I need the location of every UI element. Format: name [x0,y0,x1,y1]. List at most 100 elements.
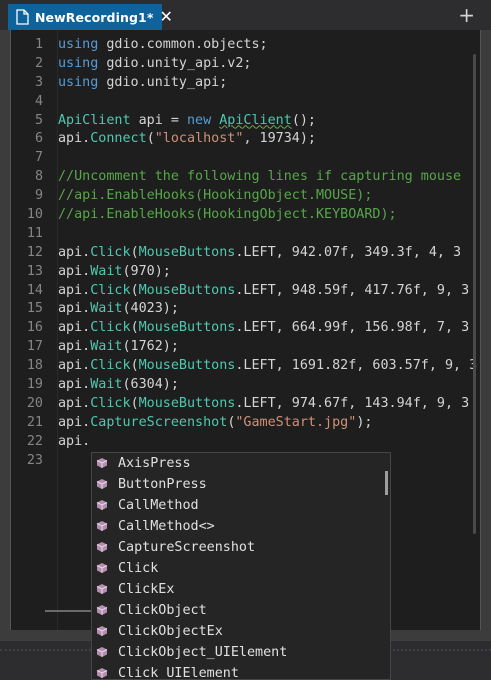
code-text: api. [58,320,91,336]
method-cube-icon [96,499,110,513]
line-number: 22 [26,433,43,449]
code-text: .LEFT, 664.99f, 156.98f, 7, 3 [235,320,470,336]
code-line-9: //api.EnableHooks(HookingObject.MOUSE); [58,188,373,204]
completion-scrollbar[interactable] [385,471,388,495]
completion-item-label: CaptureScreenshot [118,540,256,555]
completion-item[interactable]: ClickObject_UIElement [92,642,390,663]
code-line-18: api.Click(MouseButtons.LEFT, 1691.82f, 6… [58,357,480,376]
completion-item[interactable]: Click_UIElement [92,663,390,680]
code-text: ( [130,358,139,374]
line-number: 4 [34,93,43,109]
line-number: 19 [26,377,43,393]
type-name: MouseButtons [138,395,236,411]
completion-item-label: CallMethod<> [118,519,215,534]
method-cube-icon [96,562,110,576]
code-text: ); [356,414,373,430]
line-number: 13 [26,263,43,279]
line-number: 7 [34,150,43,166]
code-text: (970); [122,263,171,279]
method-name: Click [90,358,131,374]
completion-item-label: AxisPress [118,456,191,471]
method-name: Wait [90,263,123,279]
completion-item-label: ClickObject_UIElement [118,645,288,660]
line-number: 11 [26,225,43,241]
code-text: .LEFT, 1691.82f, 603.57f, 9, 3 [235,358,478,374]
line-number: 20 [26,395,43,411]
code-text: api. [58,358,91,374]
close-icon[interactable]: ✕ [159,9,172,25]
method-name: CaptureScreenshot [90,414,228,430]
code-text: api. [58,282,91,298]
type-name: MouseButtons [138,358,236,374]
code-line-3: using gdio.unity_api; [58,74,480,93]
code-line-14: api.Click(MouseButtons.LEFT, 948.59f, 41… [58,282,480,301]
method-name: Wait [90,339,123,355]
code-line-19: api.Wait(6304); [58,376,480,395]
line-number: 17 [26,339,43,355]
type-name: ApiClient [219,112,292,128]
completion-item-label: Click [118,561,159,576]
type-name: ApiClient [58,112,131,128]
method-name: Click [90,320,131,336]
completion-item-label: CallMethod [118,498,199,513]
code-text: api. [58,301,91,317]
tab-new-recording[interactable]: NewRecording1* ✕ [8,4,173,30]
string-literal: "localhost" [154,131,244,147]
code-text: api. [58,377,91,393]
method-cube-icon [96,667,110,680]
line-number: 14 [26,282,43,298]
code-line-8: //Uncomment the following lines if captu… [58,169,462,185]
completion-popup[interactable]: AxisPress ButtonPress CallMethod CallMethod… [91,452,391,680]
code-text: gdio.unity_api; [98,74,228,90]
code-text: (6304); [122,377,179,393]
document-icon [16,9,29,25]
type-name: MouseButtons [138,320,236,336]
code-text: ( [130,282,139,298]
keyword: using [58,55,99,71]
code-text: api. [58,244,91,260]
string-literal: "GameStart.jpg" [235,414,357,430]
code-text: ( [130,320,139,336]
method-name: Click [90,282,131,298]
method-cube-icon [96,604,110,618]
completion-item[interactable]: ClickObject [92,600,390,621]
code-text: (); [291,112,316,128]
code-text: api. [58,414,91,430]
completion-item[interactable]: AxisPress [92,453,390,474]
completion-item[interactable]: ButtonPress [92,474,390,495]
method-name: Click [90,395,131,411]
code-line-15: api.Wait(4023); [58,300,480,319]
line-number: 12 [26,244,43,260]
completion-item[interactable]: CaptureScreenshot [92,537,390,558]
method-name: Click [90,244,131,260]
code-line-17: api.Wait(1762); [58,338,480,357]
code-line-22: api. [58,433,91,449]
code-text: api. [58,339,91,355]
completion-item[interactable]: Click [92,558,390,579]
completion-item[interactable]: CallMethod<> [92,516,390,537]
code-text: (4023); [122,301,179,317]
add-tab-button[interactable]: + [458,5,475,25]
keyword: using [58,74,99,90]
code-text: ( [146,131,155,147]
code-text: ( [130,395,139,411]
completion-item[interactable]: ClickObjectEx [92,621,390,642]
method-name: Wait [90,377,123,393]
method-name: Connect [90,131,147,147]
line-number: 18 [26,358,43,374]
method-cube-icon [96,625,110,639]
completion-item-label: ClickEx [118,582,175,597]
code-text: .LEFT, 948.59f, 417.76f, 9, 3 [235,282,470,298]
code-text: ( [130,244,139,260]
completion-item[interactable]: ClickEx [92,579,390,600]
completion-item[interactable]: CallMethod [92,495,390,516]
code-line-13: api.Wait(970); [58,263,480,282]
code-line-10: //api.EnableHooks(HookingObject.KEYBOARD… [58,207,397,223]
code-text: api = [130,112,187,128]
line-number: 8 [34,169,43,185]
vertical-scrollbar[interactable] [473,54,476,534]
code-line-12: api.Click(MouseButtons.LEFT, 942.07f, 34… [58,244,480,263]
code-text: (1762); [122,339,179,355]
